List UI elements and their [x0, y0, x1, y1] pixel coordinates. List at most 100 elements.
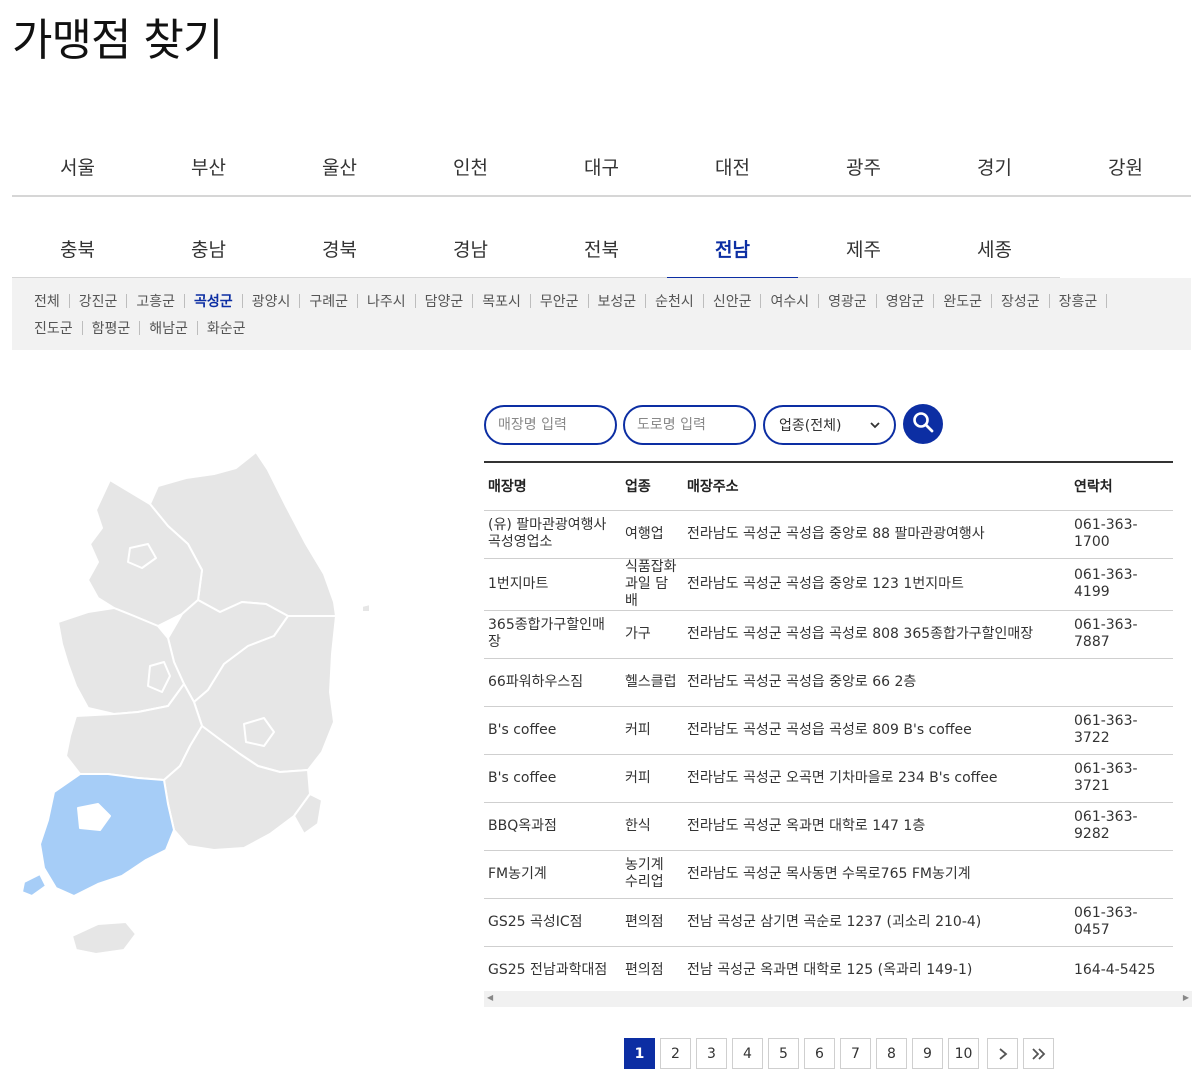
district-link-13[interactable]: 여수시 — [770, 289, 828, 316]
table-row[interactable]: 365종합가구할인매장 가구 전라남도 곡성군 곡성읍 곡성로 808 365종합가… — [484, 610, 1173, 659]
district-link-15[interactable]: 영암군 — [886, 289, 944, 316]
tab-region-2-2[interactable]: 경북 — [274, 219, 405, 277]
tab-region-1-2[interactable]: 울산 — [274, 137, 405, 195]
address-cell: 전라남도 곡성군 곡성읍 곡성로 808 365종합가구할인매장 — [683, 610, 1070, 659]
page-button-6[interactable]: 6 — [804, 1038, 835, 1069]
store-name-input[interactable] — [484, 405, 617, 445]
search-button[interactable] — [903, 404, 943, 444]
page-button-1[interactable]: 1 — [624, 1038, 655, 1069]
tab-region-1-4[interactable]: 대구 — [536, 137, 667, 195]
category-cell: 한식 — [621, 802, 683, 851]
table-row[interactable]: B's coffee 커피 전라남도 곡성군 오곡면 기차마을로 234 B's c… — [484, 754, 1173, 803]
tab-region-2-1[interactable]: 충남 — [143, 219, 274, 277]
store-result-table: 매장명 업종 매장주소 연락처 (유) 팔마관광여행사곡성영업소 여행업 전라남도 … — [484, 461, 1173, 995]
store-name-cell: GS25 전남과학대점 — [484, 946, 621, 995]
district-link-12[interactable]: 신안군 — [713, 289, 771, 316]
district-link-5[interactable]: 구례군 — [309, 289, 367, 316]
district-link-3[interactable]: 곡성군 — [194, 289, 252, 316]
tab-region-1-6[interactable]: 광주 — [798, 137, 929, 195]
chevron-right-icon — [998, 1047, 1007, 1060]
district-link-0[interactable]: 전체 — [34, 289, 79, 316]
tab-region-2-6[interactable]: 제주 — [798, 219, 929, 277]
table-horizontal-scrollbar[interactable]: ◀ ▶ — [484, 991, 1192, 1007]
page-button-5[interactable]: 5 — [768, 1038, 799, 1069]
road-name-input[interactable] — [623, 405, 756, 445]
address-cell: 전라남도 곡성군 목사동면 수목로765 FM농기계 — [683, 850, 1070, 899]
district-link-17[interactable]: 장성군 — [1001, 289, 1059, 316]
page-button-4[interactable]: 4 — [732, 1038, 763, 1069]
scroll-left-icon[interactable]: ◀ — [487, 993, 493, 1002]
district-link-2[interactable]: 고흥군 — [136, 289, 194, 316]
district-link-10[interactable]: 보성군 — [598, 289, 656, 316]
table-header-row: 매장명 업종 매장주소 연락처 — [484, 462, 1173, 511]
phone-cell: 061-363-4199 — [1070, 558, 1173, 611]
table-row[interactable]: (유) 팔마관광여행사곡성영업소 여행업 전라남도 곡성군 곡성읍 중앙로 88 팔… — [484, 510, 1173, 559]
page-button-10[interactable]: 10 — [948, 1038, 979, 1069]
category-cell: 농기계 수리업 — [621, 850, 683, 899]
district-link-22[interactable]: 화순군 — [207, 316, 246, 343]
table-row[interactable]: 1번지마트 식품잡화 과일 담배 전라남도 곡성군 곡성읍 중앙로 123 1번지마… — [484, 558, 1173, 611]
next-page-button[interactable] — [987, 1038, 1018, 1069]
table-row[interactable]: B's coffee 커피 전라남도 곡성군 곡성읍 곡성로 809 B's cof… — [484, 706, 1173, 755]
column-header-address: 매장주소 — [683, 462, 1070, 511]
district-link-18[interactable]: 장흥군 — [1059, 289, 1117, 316]
store-name-cell: GS25 곡성IC점 — [484, 898, 621, 947]
district-link-7[interactable]: 담양군 — [425, 289, 483, 316]
district-link-6[interactable]: 나주시 — [367, 289, 425, 316]
tab-region-2-5[interactable]: 전남 — [667, 219, 798, 279]
district-link-21[interactable]: 해남군 — [149, 316, 207, 343]
district-link-9[interactable]: 무안군 — [540, 289, 598, 316]
district-link-4[interactable]: 광양시 — [252, 289, 310, 316]
district-filter: 전체 강진군 고흥군 곡성군 광양시 구례군 나주시 담양군 목포시 무안군 보성군 순천시 신안군 여수… — [12, 278, 1191, 350]
district-link-20[interactable]: 함평군 — [92, 316, 150, 343]
category-cell: 커피 — [621, 754, 683, 803]
page-button-2[interactable]: 2 — [660, 1038, 691, 1069]
page-button-7[interactable]: 7 — [840, 1038, 871, 1069]
district-link-1[interactable]: 강진군 — [79, 289, 137, 316]
page-button-8[interactable]: 8 — [876, 1038, 907, 1069]
map-region-jeonnam[interactable] — [39, 773, 175, 897]
map-region-chungnam[interactable] — [57, 607, 185, 715]
scroll-right-icon[interactable]: ▶ — [1183, 993, 1189, 1002]
store-name-cell: FM농기계 — [484, 850, 621, 899]
tab-region-2-3[interactable]: 경남 — [405, 219, 536, 277]
tab-region-1-5[interactable]: 대전 — [667, 137, 798, 195]
table-row[interactable]: 66파워하우스짐 헬스클럽 전라남도 곡성군 곡성읍 중앙로 66 2층 — [484, 658, 1173, 707]
phone-cell: 164-4-5425 — [1070, 946, 1173, 995]
district-link-8[interactable]: 목포시 — [482, 289, 540, 316]
district-link-19[interactable]: 진도군 — [34, 316, 92, 343]
tab-region-2-0[interactable]: 충북 — [12, 219, 143, 277]
table-row[interactable]: BBQ옥과점 한식 전라남도 곡성군 옥과면 대학로 147 1층 061-363-9… — [484, 802, 1173, 851]
scrollbar-thumb[interactable] — [498, 993, 1174, 1005]
store-name-cell: 66파워하우스짐 — [484, 658, 621, 707]
table-row[interactable]: GS25 곡성IC점 편의점 전남 곡성군 삼기면 곡순로 1237 (괴소리 21… — [484, 898, 1173, 947]
category-cell: 커피 — [621, 706, 683, 755]
column-header-store: 매장명 — [484, 462, 621, 511]
phone-cell: 061-363-7887 — [1070, 610, 1173, 659]
tab-region-2-4[interactable]: 전북 — [536, 219, 667, 277]
column-header-contact: 연락처 — [1070, 462, 1173, 511]
store-name-cell: 365종합가구할인매장 — [484, 610, 621, 659]
category-select[interactable]: 업종(전체) — [763, 405, 896, 445]
table-row[interactable]: GS25 전남과학대점 편의점 전남 곡성군 옥과면 대학로 125 (옥과리 14… — [484, 946, 1173, 995]
tab-region-1-0[interactable]: 서울 — [12, 137, 143, 195]
map-island-jeju[interactable] — [71, 921, 137, 955]
page-button-3[interactable]: 3 — [696, 1038, 727, 1069]
tab-region-2-7[interactable]: 세종 — [929, 219, 1060, 277]
address-cell: 전남 곡성군 옥과면 대학로 125 (옥과리 149-1) — [683, 946, 1070, 995]
district-link-16[interactable]: 완도군 — [943, 289, 1001, 316]
tab-region-1-7[interactable]: 경기 — [929, 137, 1060, 195]
district-link-11[interactable]: 순천시 — [655, 289, 713, 316]
tab-region-1-1[interactable]: 부산 — [143, 137, 274, 195]
phone-cell: 061-363-1700 — [1070, 510, 1173, 559]
page-button-9[interactable]: 9 — [912, 1038, 943, 1069]
address-cell: 전라남도 곡성군 옥과면 대학로 147 1층 — [683, 802, 1070, 851]
region-tabs-row-2: 충북 충남 경북 경남 전북 전남 제주 세종 — [12, 219, 1060, 279]
table-row[interactable]: FM농기계 농기계 수리업 전라남도 곡성군 목사동면 수목로765 FM농기계 — [484, 850, 1173, 899]
last-page-button[interactable] — [1023, 1038, 1054, 1069]
tab-region-1-3[interactable]: 인천 — [405, 137, 536, 195]
category-cell: 헬스클럽 — [621, 658, 683, 707]
phone-cell: 061-363-9282 — [1070, 802, 1173, 851]
tab-region-1-8[interactable]: 강원 — [1060, 137, 1191, 195]
district-link-14[interactable]: 영광군 — [828, 289, 886, 316]
